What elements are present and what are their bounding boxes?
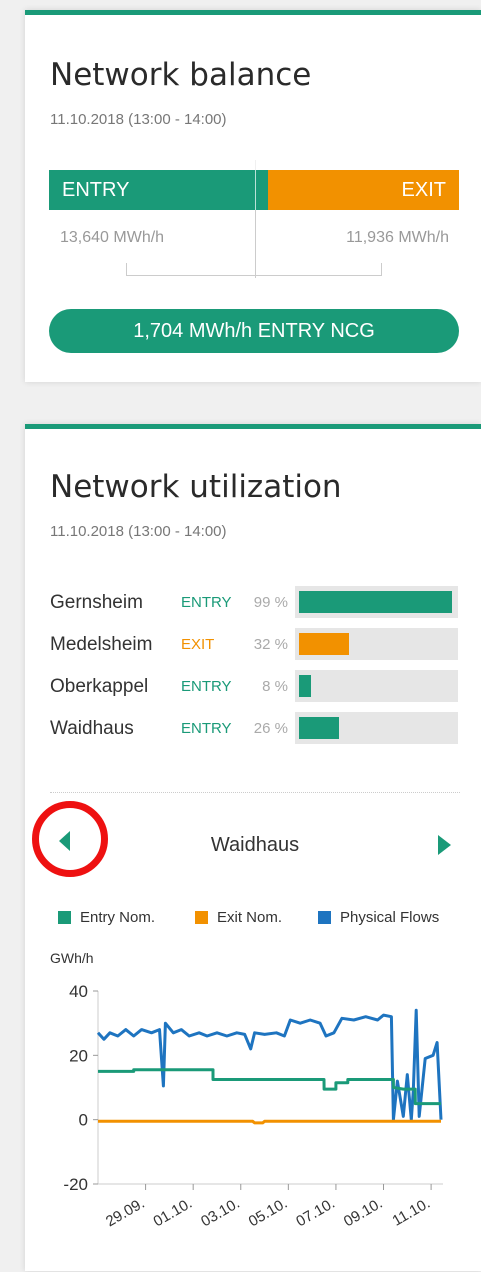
y-axis-label: GWh/h	[50, 950, 94, 966]
network-utilization-card: Network utilization 11.10.2018 (13:00 - …	[25, 424, 481, 1271]
utilization-row-medelsheim[interactable]: Medelsheim EXIT 32 %	[50, 628, 460, 660]
direction-label: ENTRY	[181, 678, 232, 695]
legend-label: Exit Nom.	[217, 909, 283, 926]
x-tick-label: 03.10.	[198, 1195, 243, 1231]
percent-label: 99 %	[253, 594, 288, 611]
utilization-row-gernsheim[interactable]: Gernsheim ENTRY 99 %	[50, 586, 460, 618]
utilization-bar-fill	[299, 675, 312, 697]
balance-bar: ENTRY EXIT	[49, 170, 459, 210]
utilization-bar-track	[295, 712, 458, 744]
triangle-left-icon[interactable]	[59, 831, 70, 851]
utilization-bar-fill	[299, 633, 349, 655]
percent-label: 32 %	[253, 636, 288, 653]
y-tick-label: 0	[79, 1111, 88, 1130]
station-name: Medelsheim	[50, 634, 153, 655]
legend-swatch-icon	[58, 911, 71, 924]
balance-date: 11.10.2018 (13:00 - 14:00)	[50, 111, 227, 128]
utilization-bar-track	[295, 670, 458, 702]
utilization-bar-track	[295, 628, 458, 660]
direction-label: ENTRY	[181, 720, 232, 737]
network-balance-card: Network balance 11.10.2018 (13:00 - 14:0…	[25, 10, 481, 382]
balance-entry-value: 13,640 MWh/h	[60, 229, 165, 246]
triangle-right-icon[interactable]	[438, 835, 451, 855]
y-tick-label: 20	[69, 1046, 88, 1065]
series-line-exit-nom	[98, 1119, 441, 1125]
percent-label: 26 %	[253, 720, 288, 737]
legend-swatch-icon	[318, 911, 331, 924]
balance-exit-segment: EXIT	[268, 170, 459, 210]
net-balance-pill: 1,704 MWh/h ENTRY NCG	[49, 309, 459, 353]
highlight-circle	[32, 801, 108, 877]
x-tick-label: 11.10.	[389, 1195, 433, 1230]
balance-entry-segment: ENTRY	[49, 170, 268, 210]
x-tick-label: 09.10.	[341, 1195, 386, 1231]
balance-exit-value: 11,936 MWh/h	[346, 229, 449, 246]
y-tick-label: -20	[63, 1175, 88, 1194]
utilization-bar-fill	[299, 591, 453, 613]
x-tick-label: 07.10.	[293, 1195, 338, 1231]
balance-bar-center-line	[255, 160, 256, 210]
utilization-bar-track	[295, 586, 458, 618]
station-name: Gernsheim	[50, 592, 143, 613]
station-selector-title: Waidhaus	[210, 834, 300, 856]
series-line-entry-nom	[98, 1068, 441, 1106]
balance-title: Network balance	[50, 57, 312, 93]
station-name: Oberkappel	[50, 676, 149, 697]
physical-flows-chart: GWh/h -20 0 20 40 29.09. 01.10. 03.10. 05.10. 07.…	[50, 950, 443, 1231]
series-line-physical-flows	[96, 1008, 443, 1122]
legend-swatch-icon	[195, 911, 208, 924]
x-tick-label: 29.09.	[103, 1195, 148, 1231]
percent-label: 8 %	[262, 678, 288, 695]
direction-label: EXIT	[181, 636, 215, 653]
legend-label: Entry Nom.	[80, 909, 156, 926]
y-tick-label: 40	[69, 982, 88, 1001]
x-tick-label: 05.10.	[246, 1195, 291, 1231]
section-divider	[50, 792, 460, 793]
utilization-row-oberkappel[interactable]: Oberkappel ENTRY 8 %	[50, 670, 460, 702]
direction-label: ENTRY	[181, 594, 232, 611]
station-name: Waidhaus	[50, 718, 134, 739]
legend-label: Physical Flows	[340, 909, 440, 926]
utilization-row-waidhaus[interactable]: Waidhaus ENTRY 26 %	[50, 712, 460, 744]
utilization-title: Network utilization	[50, 469, 342, 505]
balance-bracket	[126, 263, 382, 276]
utilization-date: 11.10.2018 (13:00 - 14:00)	[50, 523, 227, 540]
utilization-bar-fill	[299, 717, 340, 739]
x-tick-label: 01.10.	[151, 1195, 196, 1231]
